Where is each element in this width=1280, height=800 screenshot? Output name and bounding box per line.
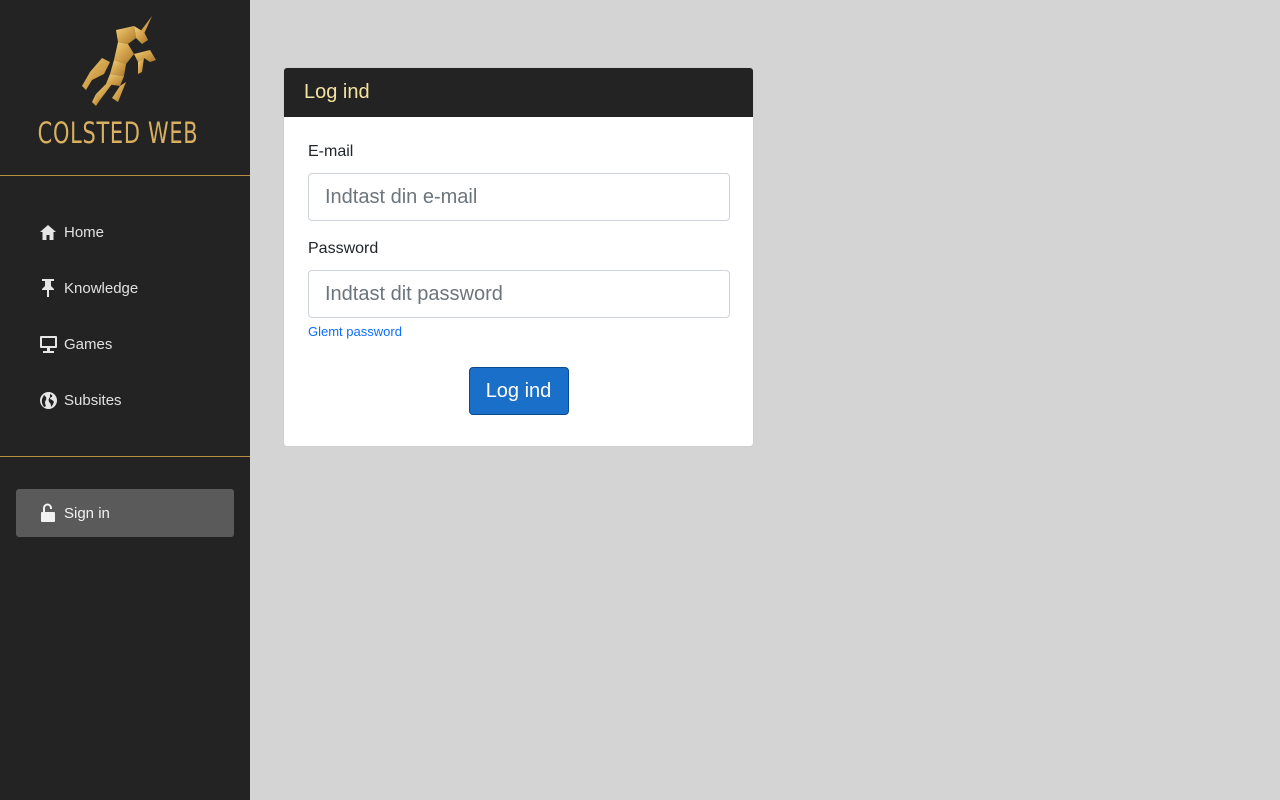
password-field[interactable] [308, 270, 730, 318]
sidebar-item-label: Games [64, 335, 113, 353]
sidebar-item-label: Subsites [64, 391, 122, 409]
sidebar-divider [0, 456, 250, 457]
sidebar-item-label: Knowledge [64, 279, 139, 297]
home-icon [38, 222, 58, 242]
unlock-icon [38, 503, 58, 523]
sidebar-item-knowledge[interactable]: Knowledge [0, 260, 250, 316]
sidebar-item-games[interactable]: Games [0, 316, 250, 372]
sign-in-label: Sign in [64, 504, 110, 522]
sidebar: COLSTED WEB Home Knowledge Games Subsite… [0, 0, 250, 800]
globe-icon [38, 390, 58, 410]
sign-in-button[interactable]: Sign in [16, 489, 234, 537]
monitor-icon [38, 334, 58, 354]
sidebar-item-subsites[interactable]: Subsites [0, 372, 250, 428]
password-label: Password [308, 240, 379, 257]
login-form: E-mail Password Glemt password Log ind [284, 117, 753, 415]
sidebar-item-label: Home [64, 223, 105, 241]
brand-name: COLSTED WEB [37, 116, 199, 150]
login-card-title: Log ind [284, 68, 753, 117]
sidebar-item-home[interactable]: Home [0, 204, 250, 260]
sidebar-nav: Home Knowledge Games Subsites [0, 204, 250, 428]
submit-wrap: Log ind [308, 367, 729, 415]
email-field[interactable] [308, 173, 730, 221]
login-card: Log ind E-mail Password Glemt password L… [283, 67, 754, 447]
unicorn-icon [82, 16, 156, 106]
brand-logo[interactable]: COLSTED WEB [0, 0, 250, 176]
email-label: E-mail [308, 143, 354, 160]
pin-icon [38, 278, 58, 298]
forgot-password-link[interactable]: Glemt password [308, 324, 402, 339]
login-submit-button[interactable]: Log ind [468, 367, 569, 415]
